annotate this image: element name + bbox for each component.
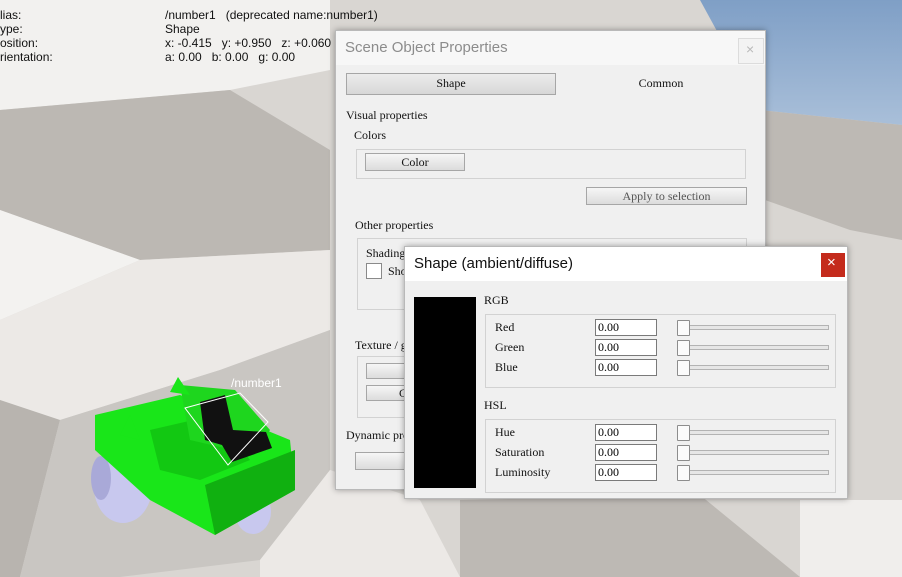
rgb-heading: RGB	[484, 293, 509, 307]
info-position-value: x: -0.415 y: +0.950 z: +0.060	[165, 36, 332, 50]
info-type-label: ype:	[0, 22, 23, 36]
red-label: Red	[495, 320, 515, 334]
hue-input[interactable]: 0.00	[595, 424, 657, 441]
saturation-input[interactable]: 0.00	[595, 444, 657, 461]
info-type-value: Shape	[165, 22, 200, 36]
props-title: Scene Object Properties	[345, 39, 508, 56]
rgb-group: Red 0.00 Green 0.00 Blue 0.00	[485, 314, 836, 388]
blue-slider-track[interactable]	[677, 365, 829, 370]
green-input[interactable]: 0.00	[595, 339, 657, 356]
tab-shape[interactable]: Shape	[346, 73, 556, 95]
props-close-button[interactable]: ×	[738, 38, 764, 64]
shape-color-dialog: Shape (ambient/diffuse) × RGB Red 0.00 Gre…	[404, 246, 848, 499]
color-button[interactable]: Color	[365, 153, 465, 171]
luminosity-label: Luminosity	[495, 465, 551, 479]
red-input[interactable]: 0.00	[595, 319, 657, 336]
luminosity-input[interactable]: 0.00	[595, 464, 657, 481]
hue-label: Hue	[495, 425, 515, 439]
green-slider-thumb[interactable]	[677, 340, 690, 356]
info-alias-label: lias:	[0, 8, 22, 22]
luminosity-slider-track[interactable]	[677, 470, 829, 475]
close-icon: ×	[827, 254, 836, 271]
luminosity-slider-thumb[interactable]	[677, 465, 690, 481]
object-name-label: /number1	[231, 376, 282, 390]
saturation-slider-track[interactable]	[677, 450, 829, 455]
color-titlebar[interactable]: Shape (ambient/diffuse) ×	[405, 247, 847, 281]
info-position-label: osition:	[0, 36, 39, 50]
saturation-label: Saturation	[495, 445, 545, 459]
visual-properties-heading: Visual properties	[346, 108, 428, 122]
colors-group-box: Color	[356, 149, 746, 179]
blue-slider-thumb[interactable]	[677, 360, 690, 376]
color-close-button[interactable]: ×	[821, 253, 845, 277]
color-preview-swatch	[414, 297, 476, 488]
saturation-slider-thumb[interactable]	[677, 445, 690, 461]
hue-slider-thumb[interactable]	[677, 425, 690, 441]
color-dialog-title: Shape (ambient/diffuse)	[414, 255, 573, 272]
close-icon: ×	[746, 41, 755, 57]
colors-group-label: Colors	[354, 128, 387, 142]
hsl-heading: HSL	[484, 398, 507, 412]
apply-to-selection-button[interactable]: Apply to selection	[586, 187, 747, 205]
other-properties-heading: Other properties	[355, 218, 434, 232]
red-slider-thumb[interactable]	[677, 320, 690, 336]
shading-label: Shading	[366, 246, 406, 260]
dynamic-properties-heading: Dynamic pro	[346, 428, 409, 442]
tab-common[interactable]: Common	[566, 76, 756, 91]
blue-input[interactable]: 0.00	[595, 359, 657, 376]
hsl-group: Hue 0.00 Saturation 0.00 Luminosity 0.00	[485, 419, 836, 493]
hue-slider-track[interactable]	[677, 430, 829, 435]
info-orientation-label: rientation:	[0, 50, 53, 64]
info-orientation-value: a: 0.00 b: 0.00 g: 0.00	[165, 50, 296, 64]
props-titlebar[interactable]: Scene Object Properties ×	[336, 31, 765, 65]
texture-heading: Texture / g	[355, 338, 407, 352]
green-label: Green	[495, 340, 525, 354]
show-edges-checkbox[interactable]	[366, 263, 382, 279]
red-slider-track[interactable]	[677, 325, 829, 330]
blue-label: Blue	[495, 360, 518, 374]
green-slider-track[interactable]	[677, 345, 829, 350]
info-alias-value: /number1 (deprecated name:number1)	[165, 8, 378, 22]
